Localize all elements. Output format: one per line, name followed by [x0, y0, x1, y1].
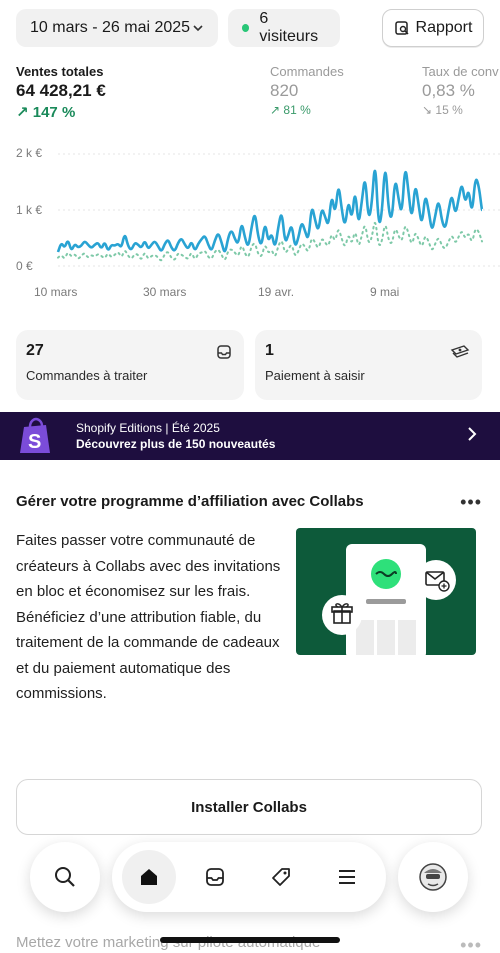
metric-delta: ↘ 15 % [422, 103, 463, 117]
banner-title: Shopify Editions | Été 2025 [76, 421, 220, 435]
collabs-description: Faites passer votre communauté de créate… [16, 532, 281, 702]
task-count: 1 [265, 342, 274, 359]
x-tick-label: 30 mars [143, 285, 187, 299]
report-label: Rapport [415, 19, 473, 36]
profile-icon [419, 863, 447, 891]
metric-delta: ↗ 147 % [16, 104, 76, 121]
banner-text: Shopify Editions | Été 2025 Découvrez pl… [76, 420, 275, 452]
metrics-row: Ventes totales 64 428,21 € ↗ 147 % Comma… [16, 64, 500, 121]
nav-products-button[interactable] [254, 850, 308, 904]
more-options-button[interactable]: ••• [460, 935, 482, 953]
sales-chart[interactable]: 2 k € 1 k € 0 € 10 mars 30 mars 19 avr. … [0, 140, 500, 310]
task-label: Paiement à saisir [265, 368, 365, 383]
task-label: Commandes à traiter [26, 368, 148, 383]
shopify-bag-logo-icon: S [20, 417, 50, 453]
shopify-editions-banner[interactable]: S Shopify Editions | Été 2025 Découvrez … [0, 412, 500, 460]
metric-label: Taux de conv [422, 64, 499, 79]
chevron-down-icon [193, 25, 203, 32]
x-tick-label: 19 avr. [258, 285, 295, 299]
menu-icon [339, 870, 355, 884]
date-range-label: 10 mars - 26 mai 2025 [30, 19, 191, 36]
nav-menu-button[interactable] [320, 850, 374, 904]
task-card-orders[interactable]: 27 Commandes à traiter [16, 330, 244, 400]
filter-bar: 10 mars - 26 mai 2025 6 visiteurs Rappor… [16, 8, 484, 48]
metric-value: 820 [270, 81, 299, 100]
metric-value: 0,83 % [422, 81, 475, 100]
date-range-selector[interactable]: 10 mars - 26 mai 2025 [16, 9, 218, 47]
chart-plot [56, 153, 500, 267]
bottom-nav-bar [112, 842, 386, 912]
arrow-up-right-icon: ↗ [16, 104, 33, 121]
install-collabs-button[interactable]: Installer Collabs [16, 779, 482, 835]
metric-label: Commandes [270, 64, 344, 79]
banner-subtitle: Découvrez plus de 150 nouveautés [76, 437, 276, 451]
report-icon [394, 21, 409, 35]
arrow-up-right-icon: ↗ [270, 103, 284, 117]
task-card-payment[interactable]: 1 Paiement à saisir [255, 330, 482, 400]
chevron-right-icon [468, 427, 477, 441]
install-label: Installer Collabs [191, 798, 307, 816]
collabs-illustration-art [322, 544, 456, 655]
tag-icon [272, 868, 290, 886]
search-icon [55, 867, 75, 887]
metric-value: 64 428,21 € [16, 81, 106, 100]
nav-profile-button[interactable] [398, 842, 468, 912]
home-icon [141, 869, 157, 885]
metric-total-sales[interactable]: Ventes totales 64 428,21 € ↗ 147 % [16, 64, 106, 121]
x-tick-label: 10 mars [34, 285, 78, 299]
metric-delta: ↗ 81 % [270, 103, 311, 117]
cash-icon [450, 345, 470, 358]
metric-orders[interactable]: Commandes 820 ↗ 81 % [270, 64, 344, 117]
x-tick-label: 9 mai [370, 285, 400, 299]
visitors-label: 6 visiteurs [259, 10, 319, 45]
current-series-line [56, 169, 484, 253]
nav-home-button[interactable] [122, 850, 176, 904]
metric-label: Ventes totales [16, 64, 104, 79]
more-options-button[interactable]: ••• [460, 492, 482, 513]
nav-search-button[interactable] [30, 842, 100, 912]
live-dot-icon [242, 24, 250, 32]
inbox-icon [206, 868, 224, 886]
metric-conversion[interactable]: Taux de conv 0,83 % ↘ 15 % [422, 64, 500, 117]
home-indicator [160, 937, 340, 943]
inbox-icon [217, 345, 231, 359]
svg-text:S: S [28, 431, 41, 453]
report-button[interactable]: Rapport [382, 9, 484, 47]
section-title: Gérer votre programme d’affiliation avec… [16, 493, 364, 510]
nav-orders-button[interactable] [188, 850, 242, 904]
task-count: 27 [26, 342, 44, 359]
collabs-illustration [296, 528, 476, 655]
arrow-down-right-icon: ↘ [422, 103, 436, 117]
live-visitors-chip[interactable]: 6 visiteurs [228, 9, 340, 47]
